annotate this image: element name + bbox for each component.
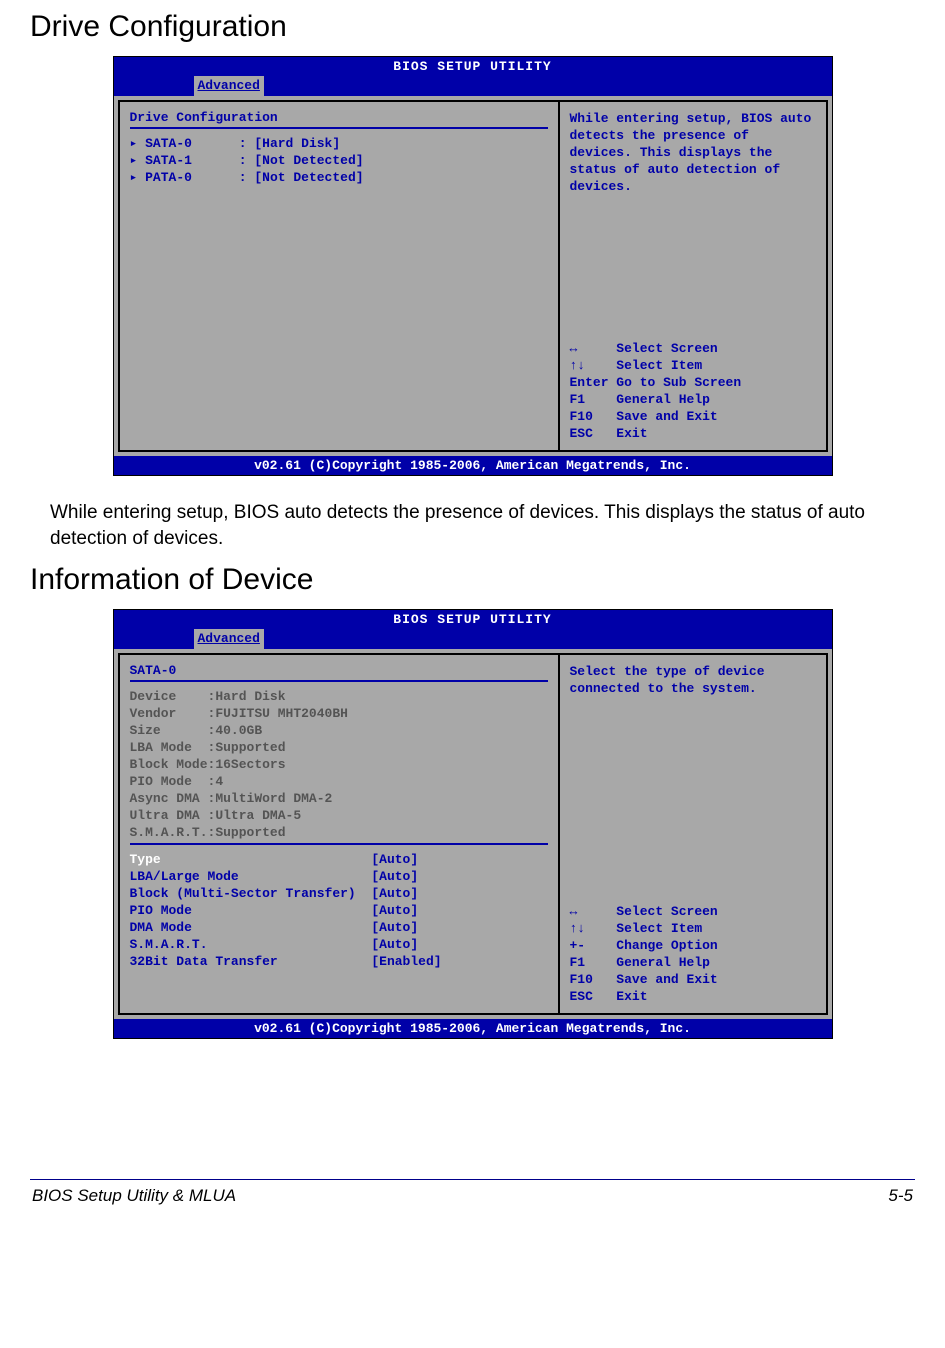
bios-footer: v02.61 (C)Copyright 1985-2006, American …	[114, 1019, 832, 1038]
bios-left-panel: Drive Configuration ▸ SATA-0 : [Hard Dis…	[118, 100, 558, 452]
bios-screenshot-device-info: BIOS SETUP UTILITY Advanced SATA-0 Devic…	[113, 609, 833, 1039]
bios-title: BIOS SETUP UTILITY	[114, 610, 832, 629]
footer-right: 5-5	[888, 1186, 913, 1206]
setting-row[interactable]: DMA Mode [Auto]	[130, 919, 548, 936]
device-info-row: Async DMA :MultiWord DMA-2	[130, 790, 548, 807]
footer-left: BIOS Setup Utility & MLUA	[32, 1186, 236, 1206]
page-footer: BIOS Setup Utility & MLUA 5-5	[30, 1180, 915, 1226]
tab-advanced[interactable]: Advanced	[194, 629, 264, 649]
bios-right-panel: While entering setup, BIOS auto detects …	[558, 100, 828, 452]
bios-title: BIOS SETUP UTILITY	[114, 57, 832, 76]
panel-title: SATA-0	[130, 663, 548, 678]
setting-row[interactable]: S.M.A.R.T. [Auto]	[130, 936, 548, 953]
device-info-row: Vendor :FUJITSU MHT2040BH	[130, 705, 548, 722]
device-info-row: LBA Mode :Supported	[130, 739, 548, 756]
help-text: While entering setup, BIOS auto detects …	[570, 110, 816, 195]
nav-keys: ↔ Select Screen ↑↓ Select Item Enter Go …	[570, 340, 816, 442]
setting-row[interactable]: Type [Auto]	[130, 851, 548, 868]
drive-item[interactable]: ▸ SATA-1 : [Not Detected]	[130, 152, 548, 169]
bios-screenshot-drive-config: BIOS SETUP UTILITY Advanced Drive Config…	[113, 56, 833, 476]
device-info-row: Device :Hard Disk	[130, 688, 548, 705]
bios-tabbar: Advanced	[114, 629, 832, 649]
setting-row[interactable]: PIO Mode [Auto]	[130, 902, 548, 919]
heading-drive-configuration: Drive Configuration	[30, 10, 915, 44]
drive-item[interactable]: ▸ PATA-0 : [Not Detected]	[130, 169, 548, 186]
tab-advanced[interactable]: Advanced	[194, 76, 264, 96]
bios-left-panel: SATA-0 Device :Hard DiskVendor :FUJITSU …	[118, 653, 558, 1015]
divider	[130, 843, 548, 845]
bios-footer: v02.61 (C)Copyright 1985-2006, American …	[114, 456, 832, 475]
bios-tabbar: Advanced	[114, 76, 832, 96]
nav-keys: ↔ Select Screen ↑↓ Select Item +- Change…	[570, 903, 816, 1005]
heading-information-of-device: Information of Device	[30, 563, 915, 597]
device-info-row: PIO Mode :4	[130, 773, 548, 790]
drive-item[interactable]: ▸ SATA-0 : [Hard Disk]	[130, 135, 548, 152]
divider	[130, 127, 548, 129]
body-paragraph: While entering setup, BIOS auto detects …	[50, 500, 895, 551]
bios-right-panel: Select the type of device connected to t…	[558, 653, 828, 1015]
divider	[130, 680, 548, 682]
help-text: Select the type of device connected to t…	[570, 663, 816, 697]
setting-row[interactable]: Block (Multi-Sector Transfer) [Auto]	[130, 885, 548, 902]
setting-row[interactable]: LBA/Large Mode [Auto]	[130, 868, 548, 885]
device-info-row: Size :40.0GB	[130, 722, 548, 739]
device-info-row: Ultra DMA :Ultra DMA-5	[130, 807, 548, 824]
device-info-row: Block Mode:16Sectors	[130, 756, 548, 773]
device-info-row: S.M.A.R.T.:Supported	[130, 824, 548, 841]
setting-row[interactable]: 32Bit Data Transfer [Enabled]	[130, 953, 548, 970]
panel-title: Drive Configuration	[130, 110, 548, 125]
